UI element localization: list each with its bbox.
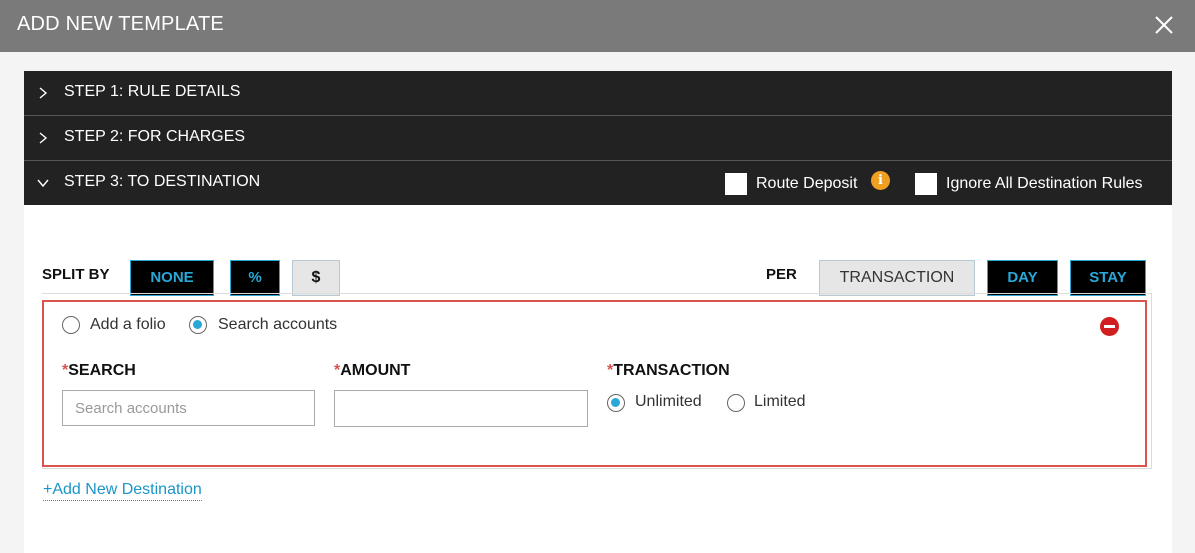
step-3-header[interactable]: STEP 3: TO DESTINATION Route Deposit i I… bbox=[24, 161, 1172, 205]
template-panel: STEP 1: RULE DETAILS STEP 2: FOR CHARGES… bbox=[24, 71, 1172, 553]
split-by-label: SPLIT BY bbox=[42, 266, 110, 283]
chevron-down-icon bbox=[36, 175, 50, 191]
step-3-label: STEP 3: TO DESTINATION bbox=[64, 173, 261, 190]
per-label: PER bbox=[766, 266, 797, 283]
step-2-header[interactable]: STEP 2: FOR CHARGES bbox=[24, 116, 1172, 161]
unlimited-radio[interactable] bbox=[607, 394, 625, 412]
modal-header: ADD NEW TEMPLATE bbox=[0, 0, 1195, 52]
per-stay-button[interactable]: STAY bbox=[1070, 260, 1146, 296]
route-deposit-checkbox[interactable] bbox=[725, 173, 747, 195]
route-deposit-label: Route Deposit bbox=[756, 175, 858, 192]
per-day-button[interactable]: DAY bbox=[987, 260, 1058, 296]
split-dollar-button[interactable]: $ bbox=[292, 260, 340, 296]
add-folio-label: Add a folio bbox=[90, 316, 166, 333]
unlimited-label: Unlimited bbox=[635, 393, 702, 410]
modal-body: STEP 1: RULE DETAILS STEP 2: FOR CHARGES… bbox=[0, 52, 1195, 553]
limited-radio[interactable] bbox=[727, 394, 745, 412]
amount-input[interactable] bbox=[334, 390, 588, 427]
limited-label: Limited bbox=[754, 393, 806, 410]
close-icon[interactable] bbox=[1151, 12, 1177, 38]
search-accounts-label: Search accounts bbox=[218, 316, 338, 333]
transaction-label-text: TRANSACTION bbox=[613, 362, 730, 379]
search-accounts-radio[interactable] bbox=[189, 316, 207, 334]
split-percent-button[interactable]: % bbox=[230, 260, 280, 296]
per-transaction-button[interactable]: TRANSACTION bbox=[819, 260, 975, 296]
amount-field-label: *AMOUNT bbox=[334, 362, 410, 380]
modal-title: ADD NEW TEMPLATE bbox=[17, 13, 224, 35]
step-1-header[interactable]: STEP 1: RULE DETAILS bbox=[24, 71, 1172, 116]
chevron-right-icon bbox=[36, 85, 50, 101]
search-label-text: SEARCH bbox=[68, 362, 136, 379]
search-field-label: *SEARCH bbox=[62, 362, 136, 380]
add-folio-radio[interactable] bbox=[62, 316, 80, 334]
step-2-label: STEP 2: FOR CHARGES bbox=[64, 128, 246, 145]
remove-destination-icon[interactable] bbox=[1100, 317, 1119, 336]
amount-label-text: AMOUNT bbox=[340, 362, 411, 379]
ignore-destination-rules-checkbox[interactable] bbox=[915, 173, 937, 195]
destination-card: Add a folio Search accounts *SEARCH *AMO… bbox=[42, 300, 1147, 467]
add-new-destination-link[interactable]: +Add New Destination bbox=[43, 481, 202, 501]
step-1-label: STEP 1: RULE DETAILS bbox=[64, 83, 241, 100]
transaction-field-label: *TRANSACTION bbox=[607, 362, 730, 380]
info-icon[interactable]: i bbox=[871, 171, 890, 190]
search-accounts-input[interactable] bbox=[62, 390, 315, 426]
ignore-destination-rules-label: Ignore All Destination Rules bbox=[946, 175, 1143, 192]
split-none-button[interactable]: NONE bbox=[130, 260, 214, 296]
chevron-right-icon bbox=[36, 130, 50, 146]
